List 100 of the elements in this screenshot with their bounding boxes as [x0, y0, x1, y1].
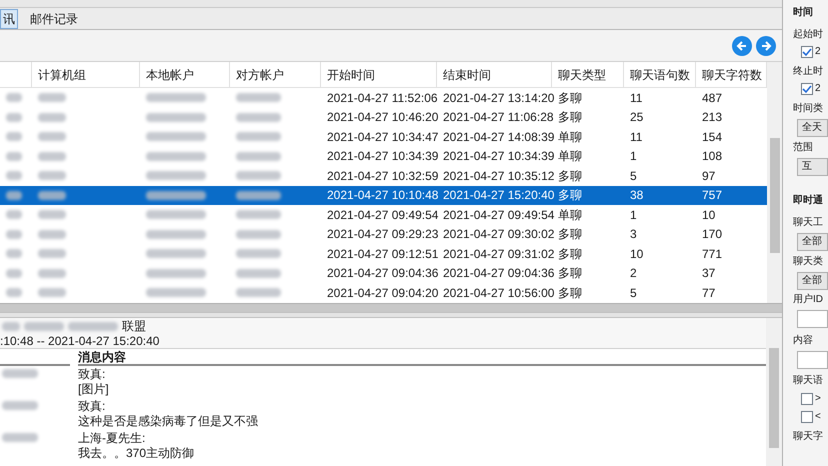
blurred-text — [236, 268, 281, 278]
table-cell-text: 2021-04-27 10:34:47 — [326, 128, 437, 146]
field-label: 终止时 — [793, 65, 824, 79]
message-sender: 致真: — [78, 367, 106, 382]
blurred-text — [146, 93, 206, 102]
column-header[interactable]: 开始时间 — [321, 62, 437, 87]
table-cell-text: 多聊 — [557, 187, 583, 204]
blurred-text — [146, 112, 206, 122]
table-cell-text: 多聊 — [557, 90, 583, 107]
table-cell-text: 154 — [701, 128, 724, 146]
blurred-text — [236, 190, 281, 200]
field-label: 聊天语 — [793, 374, 824, 388]
tab[interactable]: 邮件记录 — [24, 8, 84, 28]
table-cell-text: 771 — [701, 246, 724, 263]
section-header: 时间 — [793, 6, 814, 20]
message-text: 我去。。370主动防御 — [78, 446, 194, 461]
vertical-scrollbar[interactable] — [766, 318, 782, 466]
table-cell-text: 2021-04-27 10:35:12 — [442, 168, 552, 185]
blurred-text — [146, 152, 206, 161]
blurred-text — [6, 249, 22, 258]
table-row[interactable]: 2021-04-27 10:32:59 2021-04-27 10:35:12 多聊 5 97 — [0, 166, 767, 186]
table-row[interactable]: 2021-04-27 09:12:51 2021-04-27 09:31:02 多聊 10 771 — [0, 244, 767, 264]
table-cell-text: 77 — [701, 284, 716, 302]
field-label: 聊天字 — [793, 430, 824, 444]
blurred-text — [38, 230, 66, 239]
table-cell-text: 108 — [701, 148, 724, 166]
column-header[interactable]: 聊天类型 — [552, 62, 624, 87]
table-row[interactable]: 2021-04-27 11:52:06 2021-04-27 13:14:20 多聊 11 487 — [0, 88, 767, 108]
table-cell-text: 487 — [701, 90, 724, 107]
blurred-text — [24, 322, 64, 330]
dropdown[interactable]: 全部 — [797, 233, 828, 251]
table-row[interactable]: 2021-04-27 10:10:48 2021-04-27 15:20:40 多聊 38 757 — [0, 186, 767, 205]
table-row[interactable]: 2021-04-27 10:34:39 2021-04-27 10:34:39 单聊 1 108 — [0, 146, 767, 166]
blurred-text — [6, 93, 22, 102]
table-cell-text: 1 — [629, 148, 638, 166]
table-row[interactable]: 2021-04-27 10:34:47 2021-04-27 14:08:39 单聊 11 154 — [0, 127, 767, 146]
table-cell-text: 11 — [629, 90, 644, 107]
table-cell-text: 2021-04-27 09:04:36 — [442, 265, 552, 282]
field-label: 用户ID — [793, 293, 824, 307]
column-header[interactable]: 本地帐户 — [140, 62, 230, 87]
table-row[interactable]: 2021-04-27 10:46:20 2021-04-27 11:06:28 多聊 25 213 — [0, 108, 767, 127]
blurred-text — [38, 171, 66, 180]
checkbox[interactable] — [801, 393, 813, 405]
tab[interactable]: 讯 — [0, 8, 18, 28]
column-header[interactable]: 结束时间 — [437, 62, 552, 87]
blurred-text — [38, 210, 66, 220]
horizontal-scrollbar[interactable] — [0, 302, 782, 312]
blurred-text — [38, 249, 66, 258]
table-cell-text: 97 — [701, 168, 716, 185]
table-cell-text: 2021-04-27 10:10:48 — [326, 187, 437, 204]
chat-title: 联盟 — [122, 318, 146, 335]
table-row[interactable]: 2021-04-27 09:49:54 2021-04-27 09:49:54 单聊 1 10 — [0, 205, 767, 224]
column-header[interactable]: 计算机组 — [32, 62, 140, 87]
blurred-text — [146, 210, 206, 220]
table-cell-text: 757 — [701, 187, 724, 204]
table-cell-text: 2021-04-27 11:52:06 — [326, 90, 437, 107]
vertical-scrollbar[interactable] — [767, 62, 782, 302]
table-cell-text: 多聊 — [557, 246, 583, 263]
message-sender: 致真: — [78, 399, 106, 414]
table-cell-text: 单聊 — [557, 148, 583, 166]
checkbox[interactable] — [801, 83, 813, 95]
next-button[interactable] — [756, 36, 776, 56]
table-cell-text: 多聊 — [557, 109, 583, 126]
table-row[interactable]: 2021-04-27 09:04:20 2021-04-27 10:56:00 多聊 5 77 — [0, 283, 767, 302]
dropdown[interactable]: 全部 — [797, 272, 828, 290]
input-field[interactable] — [797, 310, 828, 328]
dropdown[interactable]: 全天 — [797, 119, 828, 137]
checkbox[interactable] — [801, 411, 813, 423]
blurred-text — [6, 268, 22, 278]
column-header: 消息内容 — [78, 350, 766, 366]
column-header[interactable]: 聊天语句数 — [624, 62, 696, 87]
message-sender: 上海-夏先生: — [78, 431, 146, 446]
blurred-text — [146, 171, 206, 180]
field-label: 聊天工 — [793, 216, 824, 230]
previous-button[interactable] — [732, 36, 752, 56]
table-cell-text: 2021-04-27 09:29:23 — [326, 226, 437, 244]
table-cell-text: 5 — [629, 168, 638, 185]
blurred-text — [6, 152, 22, 161]
blurred-text — [236, 112, 281, 122]
checkmark-icon — [802, 84, 812, 94]
table-cell-text: 38 — [629, 187, 644, 204]
table-cell-text: 单聊 — [557, 128, 583, 146]
blurred-text — [146, 190, 206, 200]
checkbox[interactable] — [801, 46, 813, 58]
date-value: 2 — [815, 45, 821, 59]
input-field[interactable] — [797, 351, 828, 369]
table-cell-text: 2021-04-27 10:34:39 — [442, 148, 552, 166]
table-cell-text: 3 — [629, 226, 638, 244]
blurred-text — [236, 152, 281, 161]
blurred-text — [146, 249, 206, 258]
table-cell-text: 2021-04-27 14:08:39 — [442, 128, 552, 146]
table-row[interactable]: 2021-04-27 09:04:36 2021-04-27 09:04:36 多聊 2 37 — [0, 264, 767, 283]
table-cell-text: 2021-04-27 10:56:00 — [442, 284, 552, 302]
blurred-text — [6, 230, 22, 239]
dropdown[interactable]: 互 — [797, 158, 828, 176]
table-cell-text: 2021-04-27 09:12:51 — [326, 246, 437, 263]
column-header[interactable]: 对方帐户 — [230, 62, 321, 87]
blurred-text — [146, 230, 206, 239]
table-row[interactable]: 2021-04-27 09:29:23 2021-04-27 09:30:02 多聊 3 170 — [0, 224, 767, 244]
table-cell-text: 2021-04-27 09:04:36 — [326, 265, 437, 282]
